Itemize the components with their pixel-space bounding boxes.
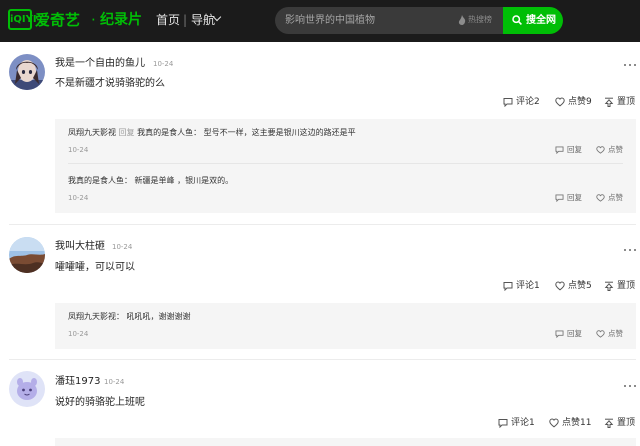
comment-icon <box>503 282 513 291</box>
reply-like-label: 点赞 <box>608 193 623 202</box>
nav-home-link[interactable]: 首页 <box>156 12 180 28</box>
reply-divider <box>68 163 623 164</box>
like-count-label: 点赞11 <box>562 418 592 428</box>
heart-icon <box>596 146 605 154</box>
comment-icon <box>555 330 564 338</box>
reply-list <box>55 438 636 446</box>
top-navigation-bar: iQIYI 爱奇艺 · 纪录片 首页 | 导航 热搜榜 搜全网 <box>0 0 640 42</box>
comment-text: 说好的骑骆驼上班呢 <box>55 397 145 408</box>
comment-text: 嚯嚯嚯，可以可以 <box>55 262 135 273</box>
search-button[interactable]: 搜全网 <box>503 7 563 34</box>
comment-item: 我叫大柱砸 10-24 嚯嚯嚯，可以可以 评论1 点赞5 置顶 凤翔九天影视： … <box>0 226 640 360</box>
reply-author[interactable]: 凤翔九天影视： <box>68 312 124 321</box>
reply-content: 凤翔九天影视： 吼吼吼，谢谢谢谢 <box>68 310 191 323</box>
pin-top-label: 置顶 <box>617 281 636 291</box>
reply-item: 我真的是食人鱼： 新疆是单峰 ，银川是双的。 10-24 回复 点赞 <box>55 174 636 208</box>
search-input[interactable] <box>285 12 445 29</box>
pin-top-icon <box>604 97 614 107</box>
search-icon <box>512 15 522 25</box>
comment-timestamp: 10-24 <box>153 60 174 68</box>
comment-item: 潘珏1973 10-24 说好的骑骆驼上班呢 评论1 点赞11 置顶 <box>0 361 640 446</box>
search-button-label: 搜全网 <box>526 15 556 26</box>
comment-icon <box>555 146 564 154</box>
reply-list: 凤翔九天影视： 吼吼吼，谢谢谢谢 10-24 回复 点赞 <box>55 303 636 349</box>
heart-icon <box>555 281 565 291</box>
reply-item: 凤翔九天影视： 吼吼吼，谢谢谢谢 10-24 回复 点赞 <box>55 310 636 344</box>
heart-icon <box>596 330 605 338</box>
reply-text: 新疆是单峰 ，银川是双的。 <box>134 176 234 185</box>
reply-author[interactable]: 我真的是食人鱼： <box>68 176 132 185</box>
reply-like-label: 点赞 <box>608 329 623 338</box>
reply-button-label: 回复 <box>567 193 582 202</box>
like-count-label: 点赞9 <box>568 97 592 107</box>
reply-timestamp: 10-24 <box>68 146 89 154</box>
pin-top-label: 置顶 <box>617 418 636 428</box>
nav-menu-link[interactable]: 导航 <box>191 12 215 28</box>
reply-count-label: 评论1 <box>516 281 540 291</box>
reply-list: 凤翔九天影视 回复 我真的是食人鱼： 型号不一样，这主要是银川这边的路还是平 1… <box>55 119 636 213</box>
channel-name[interactable]: 纪录片 <box>100 10 142 30</box>
avatar[interactable] <box>9 237 45 273</box>
reply-author[interactable]: 凤翔九天影视 <box>68 128 116 137</box>
brand-name[interactable]: 爱奇艺 <box>35 10 80 30</box>
avatar[interactable] <box>9 54 45 90</box>
comment-username[interactable]: 潘珏1973 <box>55 375 100 389</box>
comment-username[interactable]: 我叫大柱砸 <box>55 240 105 254</box>
like-count-label: 点赞5 <box>568 281 592 291</box>
reply-target[interactable]: 我真的是食人鱼： <box>137 128 201 137</box>
reply-content: 凤翔九天影视 回复 我真的是食人鱼： 型号不一样，这主要是银川这边的路还是平 <box>68 126 356 139</box>
more-options-icon[interactable] <box>624 385 636 389</box>
pin-top-icon <box>604 281 614 291</box>
nav-divider: | <box>183 13 188 27</box>
reply-timestamp: 10-24 <box>68 194 89 202</box>
reply-like-label: 点赞 <box>608 145 623 154</box>
comment-timestamp: 10-24 <box>112 243 133 251</box>
reply-button-label: 回复 <box>567 145 582 154</box>
comment-actions: 评论2 点赞9 置顶 <box>503 95 636 109</box>
reply-count-label: 评论1 <box>511 418 535 428</box>
comment-divider <box>9 359 636 360</box>
pin-top-label: 置顶 <box>617 97 636 107</box>
reply-count-label: 评论2 <box>516 97 540 107</box>
flame-icon <box>458 15 466 25</box>
hot-search-link[interactable]: 热搜榜 <box>468 14 492 26</box>
brand-separator: · <box>91 11 96 29</box>
reply-text: 型号不一样，这主要是银川这边的路还是平 <box>203 128 356 137</box>
pin-top-icon <box>604 418 614 428</box>
more-options-icon[interactable] <box>624 249 636 253</box>
comment-text: 不是新疆才说骑骆驼的么 <box>55 78 165 89</box>
comment-icon <box>503 98 513 107</box>
avatar[interactable] <box>9 371 45 407</box>
reply-text: 吼吼吼，谢谢谢谢 <box>126 312 191 321</box>
heart-icon <box>596 194 605 202</box>
reply-button-label: 回复 <box>567 329 582 338</box>
comment-icon <box>498 419 508 428</box>
more-options-icon[interactable] <box>624 64 636 68</box>
iqiyi-logo[interactable]: iQIYI <box>8 9 37 30</box>
reply-item: 凤翔九天影视 回复 我真的是食人鱼： 型号不一样，这主要是银川这边的路还是平 1… <box>55 126 636 166</box>
search-box: 热搜榜 <box>275 7 503 34</box>
heart-icon <box>549 418 559 428</box>
comment-actions: 评论1 点赞11 置顶 <box>498 416 636 430</box>
reply-verb: 回复 <box>118 128 135 137</box>
comment-timestamp: 10-24 <box>104 378 125 386</box>
heart-icon <box>555 97 565 107</box>
reply-timestamp: 10-24 <box>68 330 89 338</box>
comment-username[interactable]: 我是一个自由的鱼儿 <box>55 57 145 71</box>
comment-icon <box>555 194 564 202</box>
reply-content: 我真的是食人鱼： 新疆是单峰 ，银川是双的。 <box>68 174 233 187</box>
comment-divider <box>9 224 636 225</box>
comment-item: 我是一个自由的鱼儿 10-24 不是新疆才说骑骆驼的么 评论2 点赞9 置顶 凤… <box>0 42 640 225</box>
comment-actions: 评论1 点赞5 置顶 <box>503 279 636 293</box>
